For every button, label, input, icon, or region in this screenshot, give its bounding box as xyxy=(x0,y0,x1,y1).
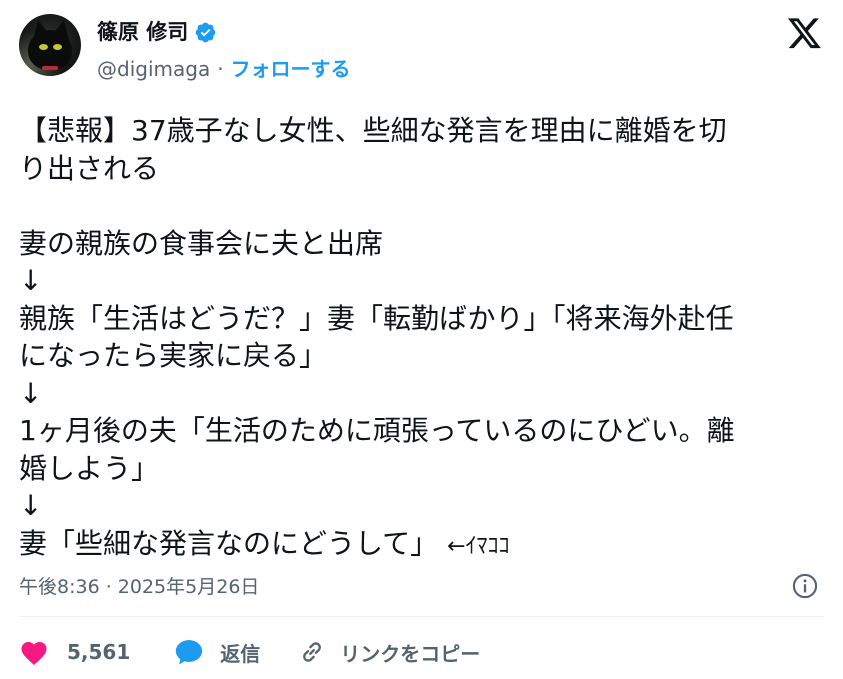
follow-button[interactable]: フォローする xyxy=(231,56,351,82)
divider xyxy=(19,616,824,617)
tweet-line: になったら実家に戻る」 xyxy=(19,339,328,372)
reply-label: 返信 xyxy=(220,641,261,666)
copy-link-button[interactable]: リンクをコピー xyxy=(298,638,480,667)
author-name-row: 篠原 修司 xyxy=(97,19,217,45)
tweet-line: り出される xyxy=(19,151,160,185)
tweet-line-text: 妻「些細な発言なのにどうして」 xyxy=(19,526,439,560)
author-handle[interactable]: @digimaga xyxy=(97,56,210,82)
tweet-line: ↓ xyxy=(19,264,43,297)
like-button[interactable]: 5,561 xyxy=(19,638,130,666)
tweet-line: 婚しよう」 xyxy=(19,451,160,485)
heart-icon xyxy=(21,642,47,665)
tweet-actions: 5,561 返信 リンクをコピー xyxy=(19,635,480,669)
tweet-timestamp[interactable]: 午後8:36 · 2025年5月26日 xyxy=(19,574,259,600)
tweet-line: 【悲報】37歳子なし女性、些細な発言を理由に離婚を切 xyxy=(19,114,727,147)
info-icon[interactable] xyxy=(791,572,819,600)
author-handle-row: @digimaga · フォローする xyxy=(97,56,351,82)
like-count: 5,561 xyxy=(67,640,131,664)
x-logo-icon[interactable] xyxy=(788,18,822,50)
tweet-line: 親族「生活はどうだ？」妻「転勤ばかり」「将来海外赴任 xyxy=(19,301,734,335)
tweet-line: ↓ xyxy=(19,489,43,522)
tweet-text: 【悲報】37歳子なし女性、些細な発言を理由に離婚を切 り出される 妻の親族の食事… xyxy=(19,112,824,565)
reply-bubble-icon xyxy=(176,640,203,665)
tweet-line: 1ヶ月後の夫「生活のために頑張っているのにひどい。離 xyxy=(19,414,735,447)
tweet-line: 妻の親族の食事会に夫と出席 xyxy=(19,226,384,260)
verified-badge-icon xyxy=(195,22,216,42)
tweet-line-last: 妻「些細な発言なのにどうして」 ←ｲﾏｺｺ xyxy=(19,525,824,566)
author-display-name[interactable]: 篠原 修司 xyxy=(97,19,188,45)
link-icon xyxy=(303,642,322,662)
copy-link-label: リンクをコピー xyxy=(340,641,481,666)
avatar[interactable] xyxy=(19,14,81,76)
tweet-trailing-tag: ←ｲﾏｺｺ xyxy=(447,533,510,559)
separator-dot: · xyxy=(217,57,224,81)
tweet-line: ↓ xyxy=(19,376,43,410)
reply-button[interactable]: 返信 xyxy=(174,638,260,667)
